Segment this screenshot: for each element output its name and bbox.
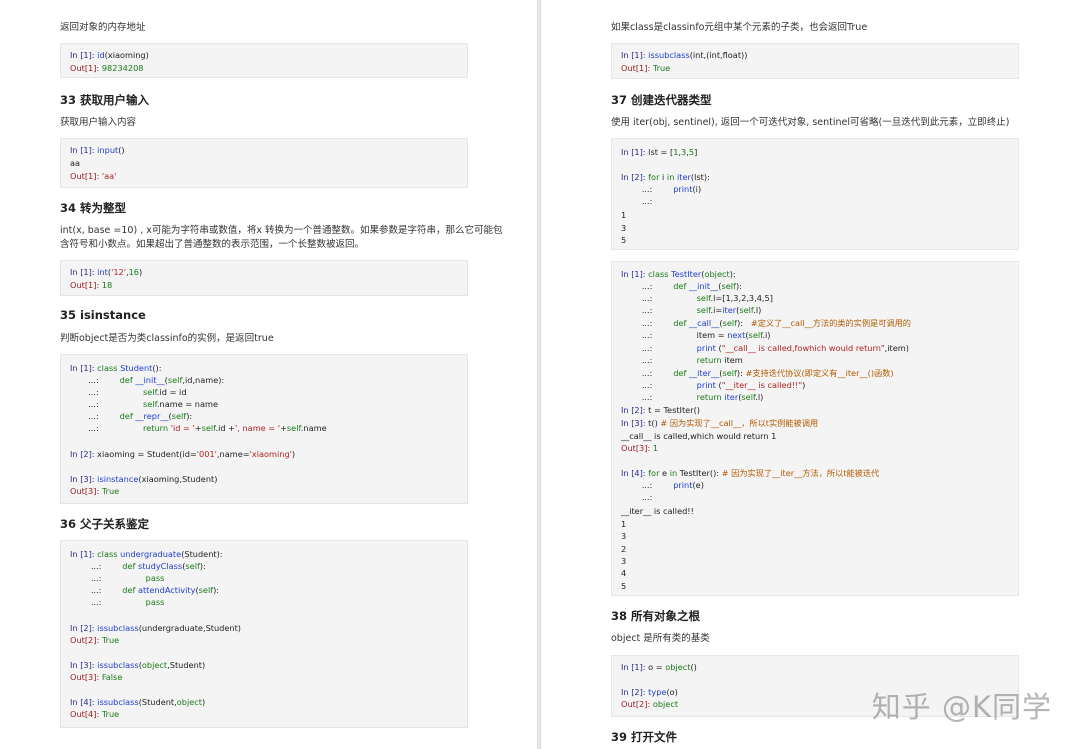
paragraph-38: object 是所有类的基类	[611, 633, 710, 644]
code-line: ...: print ("__iter__ is called!!")	[621, 380, 806, 390]
code-line: ...:	[621, 196, 653, 206]
code-line: In [1]: lst = [1,3,5]	[621, 147, 698, 157]
code-line: aa	[70, 158, 81, 168]
code-line: In [1]: o = object()	[621, 662, 697, 672]
code-line: ...: self.l=[1,3,2,3,4,5]	[621, 293, 773, 303]
heading-34: 34 转为整型	[60, 201, 127, 215]
code-line: ...: self.i=iter(self.l)	[621, 305, 762, 315]
code-block-id: In [1]: id(xiaoming) Out[1]: 98234208	[60, 43, 468, 78]
code-line: ...: print(i)	[621, 184, 702, 194]
code-line: Out[1]: 98234208	[70, 63, 144, 73]
code-line: In [1]: id(xiaoming)	[70, 50, 149, 60]
code-line: 5	[621, 581, 627, 591]
code-line: 2	[621, 544, 627, 554]
code-line: ...: self.id = id	[70, 387, 187, 397]
intro-text: 返回对象的内存地址	[60, 22, 146, 33]
code-line: 3	[621, 223, 627, 233]
code-line: ...: return iter(self.l)	[621, 392, 764, 402]
code-line: ...: def __iter__(self): #支持迭代协议(即定义有__i…	[621, 368, 894, 378]
code-line: Out[2]: True	[70, 635, 120, 645]
code-line: ...: print ("__call__ is called,fowhich …	[621, 343, 909, 353]
paragraph-34-line2: 含符号和小数点。如果超出了普通整数的表示范围，一个长整数被返回。	[60, 239, 365, 250]
code-line: Out[3]: False	[70, 672, 123, 682]
code-line: ...: print(e)	[621, 480, 704, 490]
code-line: ...: def __init__(self,id,name):	[70, 375, 225, 385]
code-line: __call__ is called,which would return 1	[621, 431, 777, 441]
watermark-text: 知乎 @K同学	[871, 690, 1052, 724]
code-line: ...: def __call__(self): #定义了__call__方法的…	[621, 318, 911, 328]
code-line: ...: def studyClass(self):	[70, 561, 206, 571]
code-line: 1	[621, 210, 627, 220]
code-block-tuple: In [1]: issubclass(int,(int,float)) Out[…	[611, 43, 1019, 79]
code-line: In [2]: type(o)	[621, 687, 678, 697]
code-line: In [1]: issubclass(int,(int,float))	[621, 50, 748, 60]
code-line: ...: def attendActivity(self):	[70, 585, 220, 595]
code-line: In [1]: input()	[70, 145, 125, 155]
code-line: ...: return item	[621, 355, 743, 365]
code-block-issubclass: In [1]: class undergraduate(Student): ..…	[60, 540, 468, 728]
code-line: In [3]: issubclass(object,Student)	[70, 660, 206, 670]
code-line: In [2]: xiaoming = Student(id='001',name…	[70, 449, 296, 459]
paragraph-37: 使用 iter(obj, sentinel), 返回一个可迭代对象, senti…	[611, 117, 1010, 128]
paragraph-33: 获取用户输入内容	[60, 117, 137, 128]
left-page: 返回对象的内存地址 In [1]: id(xiaoming) Out[1]: 9…	[0, 0, 537, 749]
paragraph-34-line1: int(x, base =10) , x可能为字符串或数值，将x 转换为一个普通…	[60, 225, 503, 236]
code-line: 3	[621, 531, 627, 541]
code-line: Out[3]: 1	[621, 443, 659, 453]
code-block-int: In [1]: int('12',16) Out[1]: 18	[60, 260, 468, 296]
code-line: In [4]: issubclass(Student,object)	[70, 697, 206, 707]
code-line: ...: def __init__(self):	[621, 281, 742, 291]
code-line: In [2]: issubclass(undergraduate,Student…	[70, 623, 241, 633]
code-line: In [3]: isinstance(xiaoming,Student)	[70, 474, 218, 484]
paragraph-35: 判断object是否为类classinfo的实例，是返回true	[60, 333, 274, 344]
heading-35: 35 isinstance	[60, 308, 146, 322]
code-line: In [2]: for i in iter(lst):	[621, 172, 710, 182]
code-line: Out[1]: 18	[70, 280, 113, 290]
code-line: In [1]: class Student():	[70, 363, 162, 373]
code-line: 3	[621, 556, 627, 566]
code-block-isinstance: In [1]: class Student(): ...: def __init…	[60, 354, 468, 504]
code-block-testiter: In [1]: class TestIter(object): ...: def…	[611, 261, 1019, 596]
heading-33: 33 获取用户输入	[60, 93, 150, 107]
heading-39: 39 打开文件	[611, 730, 678, 744]
intro-text: 如果class是classinfo元组中某个元素的子类，也会返回True	[611, 22, 868, 33]
code-line: In [2]: t = TestIter()	[621, 405, 700, 415]
code-line: ...:	[621, 492, 653, 502]
code-block-iter: In [1]: lst = [1,3,5] In [2]: for i in i…	[611, 138, 1019, 250]
code-line: In [1]: int('12',16)	[70, 267, 143, 277]
code-line: In [1]: class undergraduate(Student):	[70, 549, 223, 559]
heading-37: 37 创建迭代器类型	[611, 93, 712, 107]
code-line: Out[2]: object	[621, 699, 679, 709]
code-line: ...: item = next(self.i)	[621, 330, 771, 340]
code-line: Out[1]: 'aa'	[70, 171, 117, 181]
code-line: 5	[621, 235, 627, 245]
heading-36: 36 父子关系鉴定	[60, 517, 150, 531]
code-line: ...: def __repr__(self):	[70, 411, 193, 421]
code-line: 4	[621, 568, 627, 578]
code-line: In [1]: class TestIter(object):	[621, 269, 736, 279]
code-line: Out[4]: True	[70, 709, 120, 719]
code-line: Out[1]: True	[621, 63, 671, 73]
code-line: ...: pass	[70, 597, 165, 607]
code-line: 1	[621, 519, 627, 529]
code-line: ...: self.name = name	[70, 399, 219, 409]
code-block-input: In [1]: input() aa Out[1]: 'aa'	[60, 138, 468, 188]
code-line: ...: return 'id = '+self.id +', name = '…	[70, 423, 327, 433]
code-line: In [4]: for e in TestIter(): # 因为实现了__it…	[621, 468, 880, 478]
code-line: __iter__ is called!!	[621, 506, 694, 516]
right-page: 如果class是classinfo元组中某个元素的子类，也会返回True In …	[541, 0, 1080, 749]
code-line: In [3]: t() # 因为实现了__call__，所以t实例能被调用	[621, 418, 819, 428]
heading-38: 38 所有对象之根	[611, 609, 701, 623]
code-line: Out[3]: True	[70, 486, 120, 496]
code-line: ...: pass	[70, 573, 165, 583]
